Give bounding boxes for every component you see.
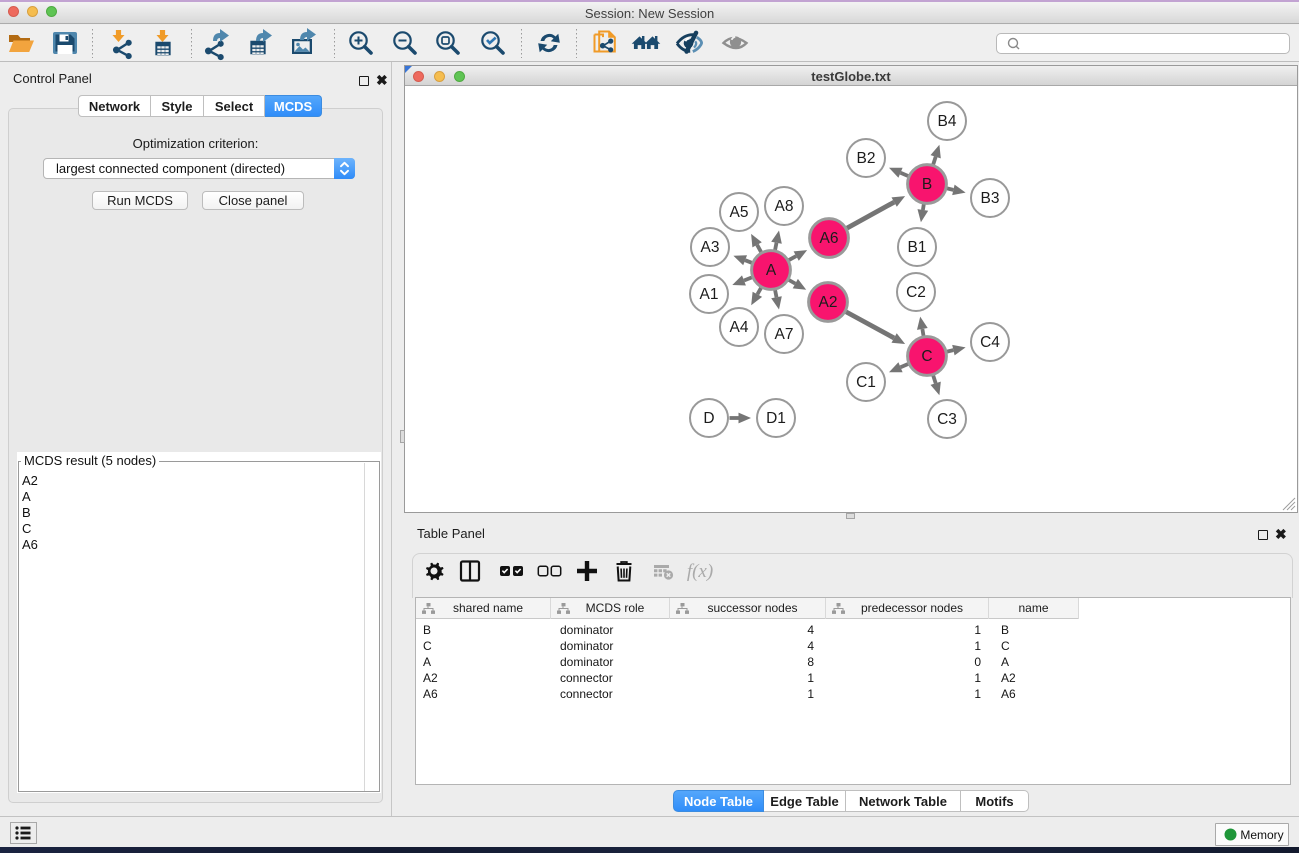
svg-text:C4: C4 [980, 334, 1000, 351]
svg-text:A4: A4 [730, 319, 749, 336]
svg-text:B: B [922, 176, 932, 193]
svg-text:C3: C3 [937, 411, 957, 428]
svg-text:A7: A7 [775, 326, 794, 343]
svg-text:A: A [766, 262, 777, 279]
svg-text:A2: A2 [819, 294, 838, 311]
svg-text:B2: B2 [857, 150, 876, 167]
svg-text:B1: B1 [908, 239, 927, 256]
svg-text:A8: A8 [775, 198, 794, 215]
svg-text:C: C [921, 348, 932, 365]
svg-text:A5: A5 [730, 204, 749, 221]
svg-text:B4: B4 [938, 113, 957, 130]
svg-text:A1: A1 [700, 286, 719, 303]
svg-text:f(x): f(x) [687, 561, 713, 582]
svg-text:D1: D1 [766, 410, 786, 427]
svg-text:C1: C1 [856, 374, 876, 391]
svg-text:A3: A3 [701, 239, 720, 256]
svg-text:A6: A6 [820, 230, 839, 247]
svg-text:B3: B3 [981, 190, 1000, 207]
svg-text:C2: C2 [906, 284, 926, 301]
svg-text:D: D [703, 410, 714, 427]
